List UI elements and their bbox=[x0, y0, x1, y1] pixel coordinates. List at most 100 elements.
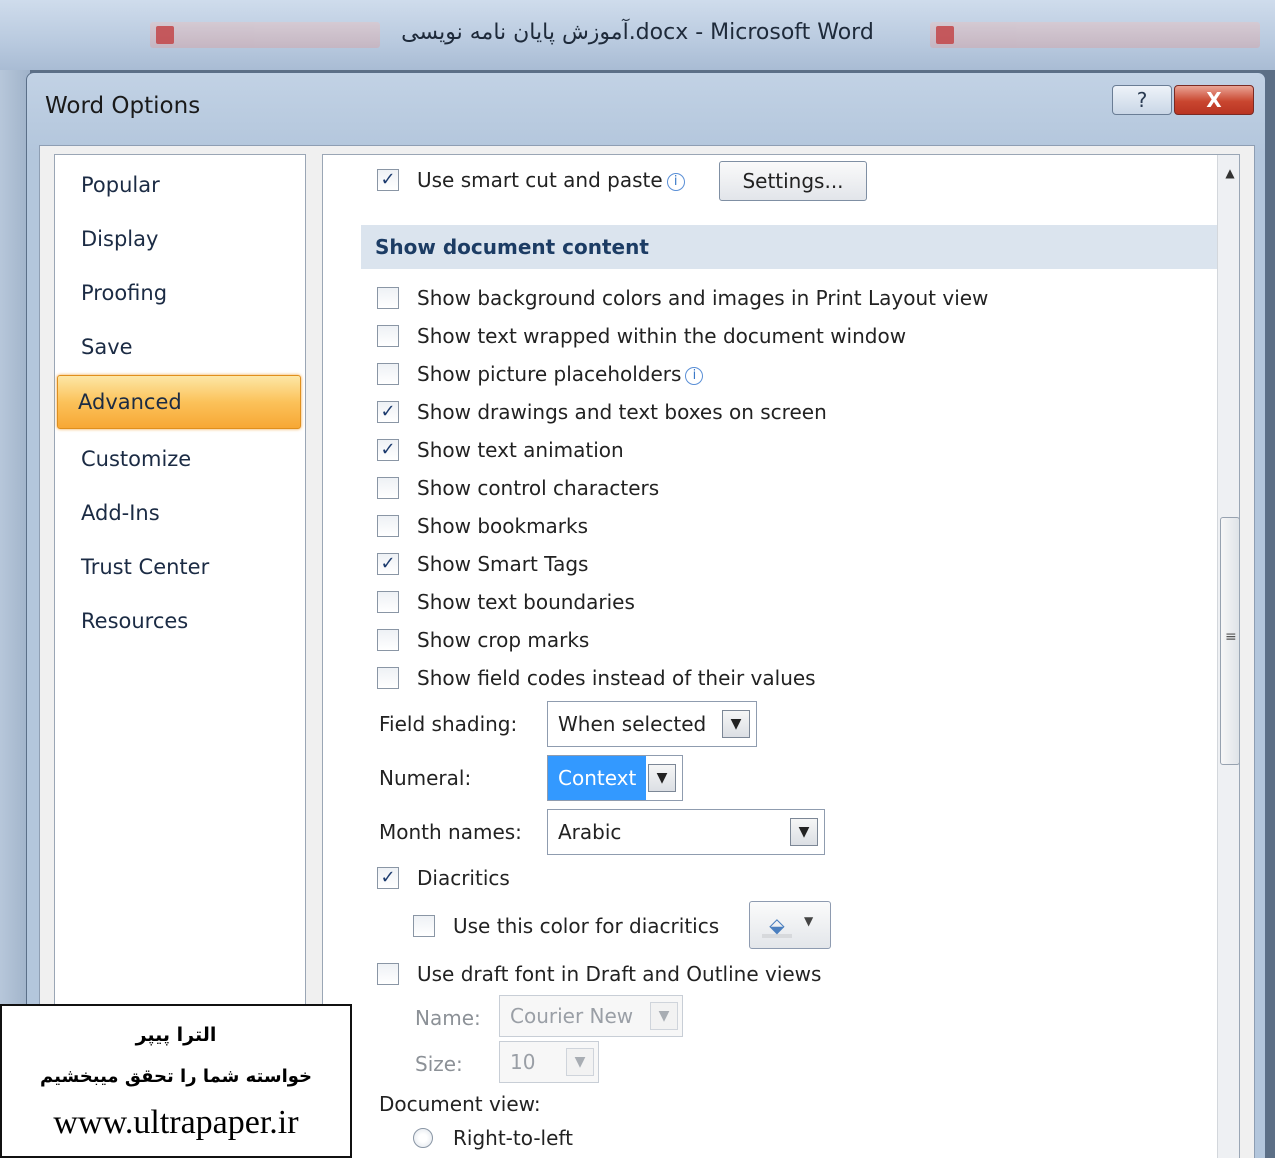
scroll-thumb[interactable]: ≡ bbox=[1220, 517, 1239, 765]
watermark-brand: الترا پیپر bbox=[135, 1024, 217, 1046]
paint-bucket-icon: ⬙ bbox=[762, 912, 792, 938]
grip-icon: ≡ bbox=[1225, 629, 1237, 645]
nav-item-resources[interactable]: Resources bbox=[61, 597, 301, 645]
option-row: Show background colors and images in Pri… bbox=[377, 283, 1197, 313]
option-row: ✓ Show drawings and text boxes on screen bbox=[377, 397, 1197, 427]
word-title-bar: آموزش پایان نامه نویسی.docx - Microsoft … bbox=[0, 0, 1275, 70]
option-label: Show picture placeholders bbox=[417, 362, 682, 386]
option-row: ✓ Show text animation bbox=[377, 435, 1197, 465]
nav-item-advanced[interactable]: Advanced bbox=[57, 375, 301, 429]
numeral-value: Context bbox=[548, 756, 647, 800]
option-label: Show crop marks bbox=[417, 628, 590, 652]
option-label: Show field codes instead of their values bbox=[417, 666, 816, 690]
month-names-label: Month names: bbox=[379, 820, 522, 844]
diacritics-color-label: Use this color for diacritics bbox=[453, 914, 720, 938]
option-label: Show drawings and text boxes on screen bbox=[417, 400, 827, 424]
option-label: Show text wrapped within the document wi… bbox=[417, 324, 907, 348]
vertical-scrollbar[interactable]: ▲ ≡ bbox=[1217, 155, 1239, 1158]
advanced-options-panel: ✓ Use smart cut and paste i Settings... S… bbox=[322, 154, 1240, 1158]
option-label: Show Smart Tags bbox=[417, 552, 589, 576]
info-icon: i bbox=[666, 172, 685, 191]
option-row: Show picture placeholders i bbox=[377, 359, 1197, 389]
option-label: Show text animation bbox=[417, 438, 624, 462]
option-row: Show crop marks bbox=[377, 625, 1197, 655]
rtl-radio[interactable] bbox=[413, 1128, 433, 1148]
option-label: Show background colors and images in Pri… bbox=[417, 286, 989, 310]
smart-cut-label: Use smart cut and paste bbox=[417, 168, 663, 192]
field-shading-dropdown[interactable]: When selected ▼ bbox=[547, 701, 757, 747]
scroll-up-icon[interactable]: ▲ bbox=[1220, 159, 1239, 187]
nav-item-proofing[interactable]: Proofing bbox=[61, 269, 301, 317]
draft-font-row: Use draft font in Draft and Outline view… bbox=[377, 959, 1077, 989]
chevron-down-icon: ▼ bbox=[566, 1048, 594, 1076]
diacritics-row: ✓ Diacritics bbox=[377, 863, 677, 893]
nav-item-save[interactable]: Save bbox=[61, 323, 301, 371]
nav-item-trust-center[interactable]: Trust Center bbox=[61, 543, 301, 591]
font-size-label: Size: bbox=[415, 1052, 463, 1076]
settings-button[interactable]: Settings... bbox=[719, 161, 867, 201]
chevron-down-icon: ▼ bbox=[650, 1002, 678, 1030]
chevron-down-icon[interactable]: ▼ bbox=[722, 710, 750, 738]
field-shading-label: Field shading: bbox=[379, 712, 518, 736]
option-checkbox-background-colors[interactable] bbox=[377, 287, 399, 309]
option-label: Show bookmarks bbox=[417, 514, 589, 538]
option-checkbox-picture-placeholders[interactable] bbox=[377, 363, 399, 385]
month-names-dropdown[interactable]: Arabic ▼ bbox=[547, 809, 825, 855]
chevron-down-icon: ▼ bbox=[804, 914, 814, 928]
option-row: Show control characters bbox=[377, 473, 1197, 503]
nav-item-add-ins[interactable]: Add-Ins bbox=[61, 489, 301, 537]
diacritics-checkbox[interactable]: ✓ bbox=[377, 867, 399, 889]
word-window-title: آموزش پایان نامه نویسی.docx - Microsoft … bbox=[401, 20, 874, 45]
font-name-dropdown[interactable]: Courier New ▼ bbox=[499, 995, 683, 1037]
rtl-row: Right-to-left bbox=[413, 1123, 713, 1153]
section-header-show-document-content: Show document content bbox=[361, 225, 1219, 269]
rtl-label: Right-to-left bbox=[453, 1126, 573, 1150]
numeral-dropdown[interactable]: Context ▼ bbox=[547, 755, 683, 801]
option-row: Show bookmarks bbox=[377, 511, 1197, 541]
font-name-value: Courier New bbox=[510, 1004, 634, 1028]
word-options-dialog: Word Options ? X Popular Display Proofin… bbox=[26, 72, 1266, 1158]
month-names-value: Arabic bbox=[558, 820, 622, 844]
chevron-down-icon[interactable]: ▼ bbox=[648, 764, 676, 792]
info-icon: i bbox=[685, 366, 704, 385]
numeral-label: Numeral: bbox=[379, 766, 472, 790]
diacritics-color-checkbox[interactable] bbox=[413, 915, 435, 937]
option-checkbox-text-wrapped[interactable] bbox=[377, 325, 399, 347]
chevron-down-icon[interactable]: ▼ bbox=[790, 818, 818, 846]
option-row: ✓ Show Smart Tags bbox=[377, 549, 1197, 579]
draft-font-label: Use draft font in Draft and Outline view… bbox=[417, 962, 822, 986]
watermark-url: www.ultrapaper.ir bbox=[53, 1104, 299, 1141]
smart-cut-row: ✓ Use smart cut and paste i bbox=[377, 165, 717, 195]
option-checkbox-control-characters[interactable] bbox=[377, 477, 399, 499]
nav-item-customize[interactable]: Customize bbox=[61, 435, 301, 483]
watermark-slogan: خواسته شما را تحقق میبخشیم bbox=[39, 1066, 313, 1087]
option-checkbox-smart-tags[interactable]: ✓ bbox=[377, 553, 399, 575]
document-view-label: Document view: bbox=[379, 1092, 541, 1116]
font-name-label: Name: bbox=[415, 1006, 481, 1030]
draft-font-checkbox[interactable] bbox=[377, 963, 399, 985]
close-button[interactable]: X bbox=[1174, 85, 1254, 115]
diacritics-color-picker[interactable]: ⬙ ▼ bbox=[749, 901, 831, 949]
nav-item-popular[interactable]: Popular bbox=[61, 161, 301, 209]
option-row: Show text wrapped within the document wi… bbox=[377, 321, 1197, 351]
option-checkbox-crop-marks[interactable] bbox=[377, 629, 399, 651]
watermark-box: الترا پیپر خواسته شما را تحقق میبخشیم ww… bbox=[0, 1004, 352, 1158]
font-size-value: 10 bbox=[510, 1050, 536, 1074]
option-label: Show text boundaries bbox=[417, 590, 635, 614]
help-button[interactable]: ? bbox=[1112, 85, 1172, 115]
option-row: Show text boundaries bbox=[377, 587, 1197, 617]
diacritics-color-row: Use this color for diacritics bbox=[413, 911, 773, 941]
font-size-dropdown[interactable]: 10 ▼ bbox=[499, 1041, 599, 1083]
option-checkbox-drawings[interactable]: ✓ bbox=[377, 401, 399, 423]
field-shading-value: When selected bbox=[558, 712, 707, 736]
option-checkbox-text-boundaries[interactable] bbox=[377, 591, 399, 613]
option-row: Show field codes instead of their values bbox=[377, 663, 1197, 693]
smart-cut-checkbox[interactable]: ✓ bbox=[377, 169, 399, 191]
nav-item-display[interactable]: Display bbox=[61, 215, 301, 263]
option-checkbox-text-animation[interactable]: ✓ bbox=[377, 439, 399, 461]
option-checkbox-bookmarks[interactable] bbox=[377, 515, 399, 537]
option-label: Show control characters bbox=[417, 476, 660, 500]
diacritics-label: Diacritics bbox=[417, 866, 510, 890]
option-checkbox-field-codes[interactable] bbox=[377, 667, 399, 689]
dialog-title: Word Options bbox=[45, 93, 201, 119]
